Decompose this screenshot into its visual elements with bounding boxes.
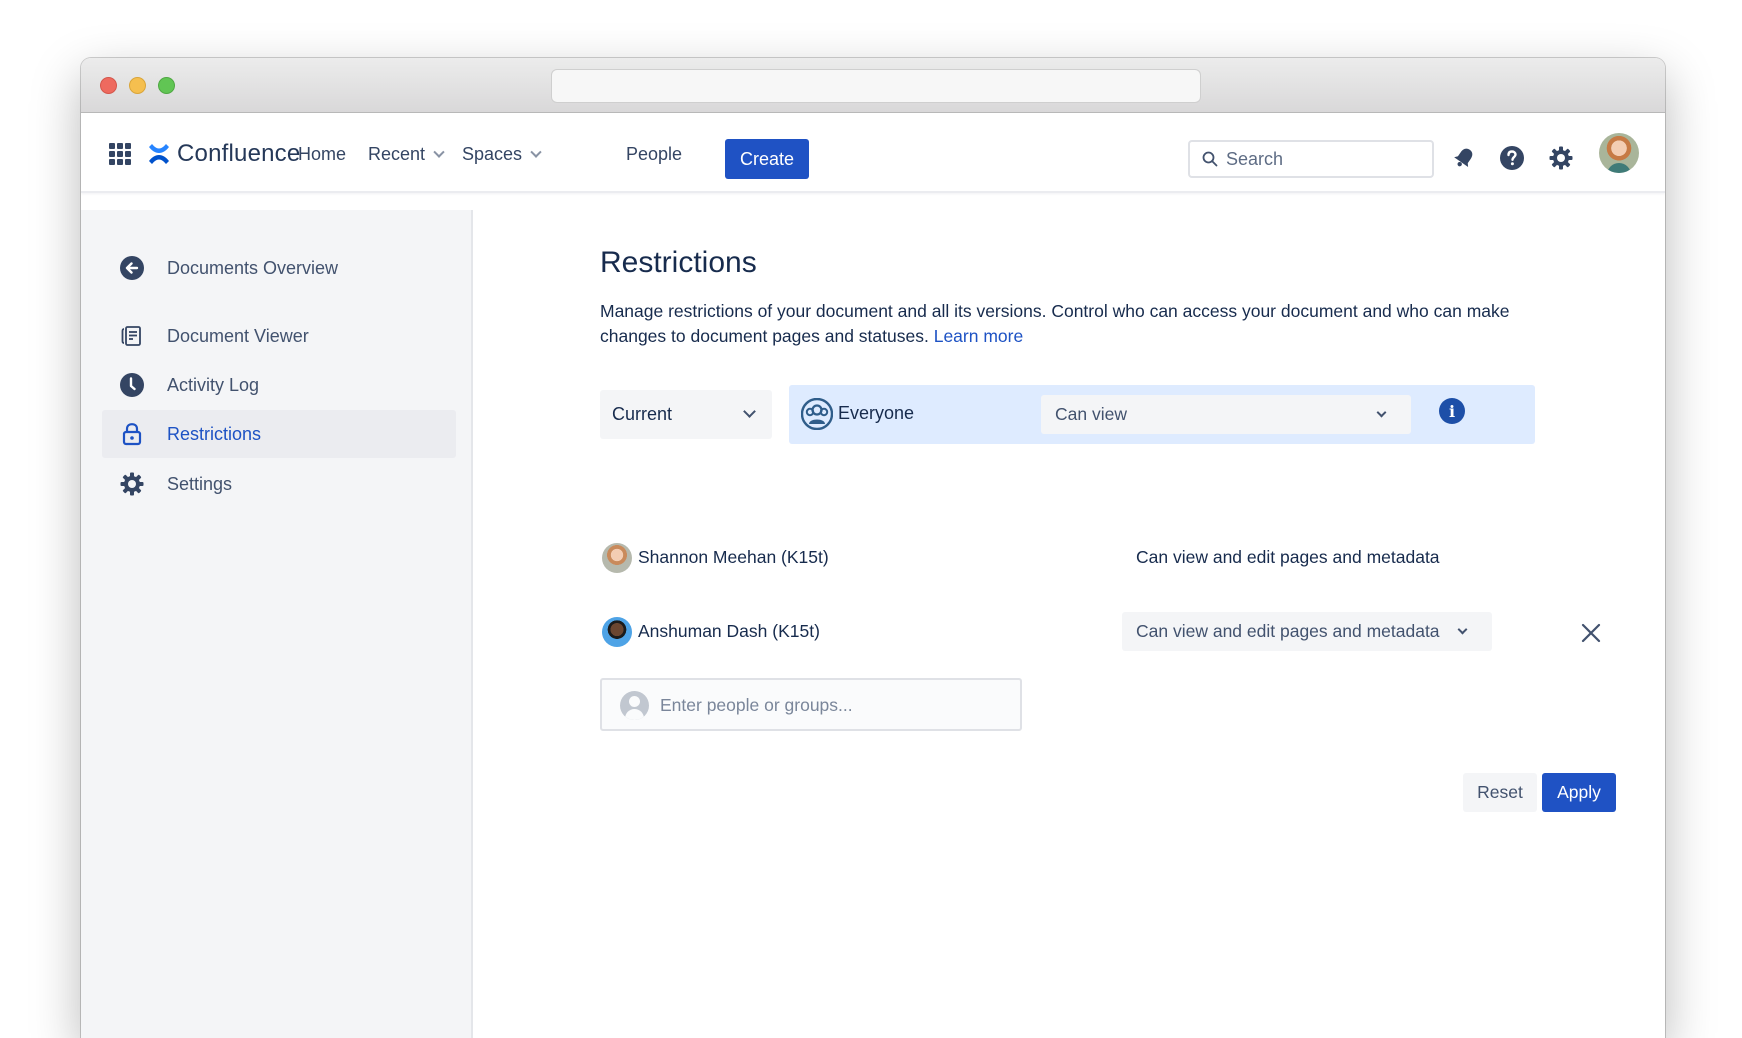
user-row: Shannon Meehan (K15t) Can view and edit …: [600, 538, 1600, 578]
learn-more-link[interactable]: Learn more: [934, 326, 1024, 346]
reset-button[interactable]: Reset: [1463, 773, 1537, 812]
app-name: Confluence: [177, 140, 301, 167]
people-input[interactable]: [660, 692, 1000, 718]
user-permission: Can view and edit pages and metadata: [1136, 547, 1440, 567]
sidebar-item-activity-log[interactable]: Activity Log: [102, 361, 456, 409]
sidebar-item-label: Activity Log: [167, 374, 260, 395]
document-icon: [119, 323, 145, 349]
search-input[interactable]: Search: [1188, 140, 1434, 178]
lock-icon: [119, 421, 145, 447]
title-bar: [81, 58, 1665, 113]
sidebar-item-restrictions[interactable]: Restrictions: [102, 410, 456, 458]
nav-spaces[interactable]: Spaces: [462, 144, 542, 165]
person-icon: [620, 691, 649, 720]
page-description: Manage restrictions of your document and…: [600, 299, 1560, 349]
user-permission-select[interactable]: Can view and edit pages and metadata: [1122, 612, 1492, 651]
everyone-permission-select[interactable]: Can view: [1041, 395, 1411, 434]
permission-value: Can view: [1055, 404, 1127, 424]
gear-icon: [119, 471, 145, 497]
info-icon[interactable]: i: [1439, 398, 1465, 424]
user-row: Anshuman Dash (K15t) Can view and edit p…: [600, 612, 1602, 652]
version-select[interactable]: Current: [600, 390, 772, 439]
nav-recent-label: Recent: [368, 144, 426, 164]
everyone-label: Everyone: [838, 403, 915, 423]
settings-icon[interactable]: [1548, 145, 1574, 171]
close-window-button[interactable]: [100, 77, 117, 94]
browser-window: Confluence Home Recent Spaces People Cre…: [81, 58, 1665, 1038]
chevron-down-icon: [530, 146, 542, 158]
sidebar: Documents Overview Document Viewer Activ…: [81, 210, 473, 1038]
create-button[interactable]: Create: [725, 139, 809, 179]
user-name: Shannon Meehan (K15t): [638, 547, 829, 567]
user-name: Anshuman Dash (K15t): [638, 621, 820, 641]
minimize-window-button[interactable]: [129, 77, 146, 94]
nav-home-label: Home: [298, 144, 347, 164]
chevron-down-icon: [743, 405, 756, 418]
app-switcher-icon[interactable]: [109, 143, 131, 165]
anshuman-avatar: [602, 617, 632, 647]
nav-people-label: People: [626, 144, 683, 164]
notifications-icon[interactable]: [1451, 145, 1477, 171]
apply-button[interactable]: Apply: [1542, 773, 1616, 812]
chevron-down-icon: [1376, 407, 1387, 418]
user-avatar[interactable]: [1599, 133, 1639, 173]
nav-home[interactable]: Home: [298, 144, 346, 165]
description-text: Manage restrictions of your document and…: [600, 301, 1510, 346]
chevron-down-icon: [433, 146, 445, 158]
clock-icon: [119, 372, 145, 398]
maximize-window-button[interactable]: [158, 77, 175, 94]
sidebar-item-documents-overview[interactable]: Documents Overview: [102, 244, 456, 292]
chevron-down-icon: [1457, 624, 1468, 635]
page-title: Restrictions: [600, 246, 757, 279]
search-icon: [1202, 151, 1218, 167]
top-navigation: Confluence Home Recent Spaces People Cre…: [81, 113, 1665, 193]
sidebar-item-label: Document Viewer: [167, 325, 309, 346]
nav-people[interactable]: People: [626, 144, 682, 165]
confluence-logo-icon: [149, 144, 169, 164]
group-icon: [801, 398, 833, 430]
nav-spaces-label: Spaces: [462, 144, 523, 164]
address-bar[interactable]: [551, 69, 1201, 103]
help-icon[interactable]: [1499, 145, 1525, 171]
people-picker[interactable]: [600, 678, 1022, 731]
remove-user-icon[interactable]: [1580, 622, 1602, 644]
shannon-avatar: [602, 543, 632, 573]
sidebar-item-label: Settings: [167, 473, 233, 494]
permission-value: Can view and edit pages and metadata: [1136, 621, 1440, 641]
everyone-row: Everyone Can view i: [789, 385, 1535, 444]
version-select-value: Current: [612, 404, 673, 424]
nav-recent[interactable]: Recent: [368, 144, 445, 165]
sidebar-item-label: Documents Overview: [167, 257, 339, 278]
arrow-left-circle-icon: [119, 255, 145, 281]
search-placeholder: Search: [1226, 148, 1284, 169]
sidebar-item-document-viewer[interactable]: Document Viewer: [102, 312, 456, 360]
confluence-logo[interactable]: Confluence: [147, 138, 300, 170]
sidebar-item-label: Restrictions: [167, 423, 262, 444]
sidebar-item-settings[interactable]: Settings: [102, 460, 456, 508]
